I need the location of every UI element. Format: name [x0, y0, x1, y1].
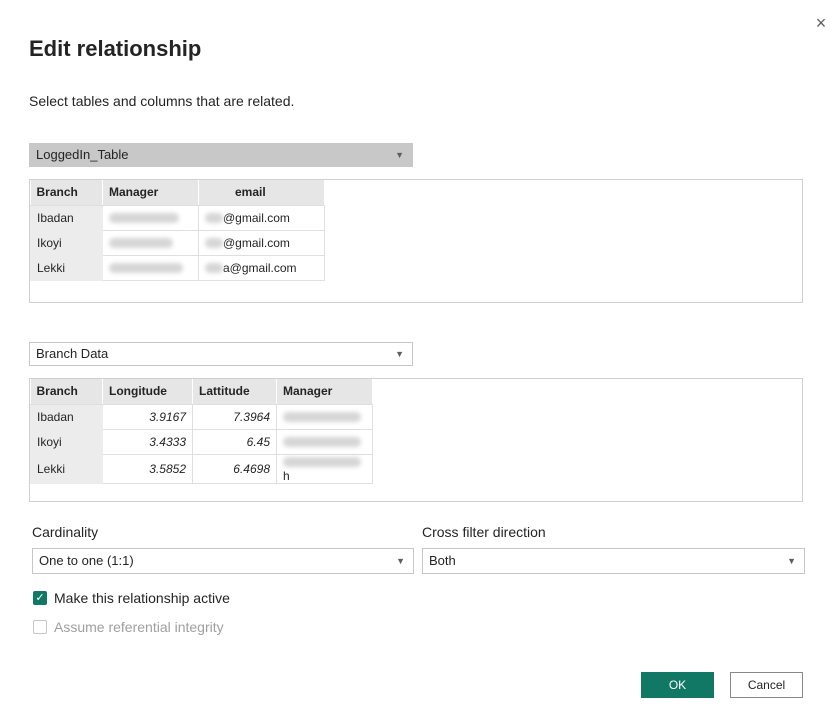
manager-cell: h	[276, 453, 373, 484]
manager-suffix: h	[283, 468, 290, 483]
table1-header-row: Branch Manager email	[30, 180, 325, 206]
chevron-down-icon: ▼	[396, 556, 405, 566]
cross-filter-select-value: Both	[429, 553, 456, 568]
lattitude-cell: 6.4698	[192, 453, 277, 484]
column-header-lattitude[interactable]: Lattitude	[192, 379, 277, 405]
redacted-value	[205, 238, 223, 249]
chevron-down-icon: ▼	[787, 556, 796, 566]
table2-header-row: Branch Longitude Lattitude Manager	[30, 379, 373, 405]
redacted-value	[109, 263, 183, 274]
branch-cell: Lekki	[30, 254, 103, 281]
email-suffix: @gmail.com	[223, 235, 290, 250]
table1-select-value: LoggedIn_Table	[36, 147, 129, 162]
table-row: Lekki a@gmail.com	[30, 254, 325, 281]
table2-select[interactable]: Branch Data ▼	[29, 342, 413, 366]
column-header-branch[interactable]: Branch	[30, 180, 103, 206]
cross-filter-select[interactable]: Both ▼	[422, 548, 805, 574]
column-header-longitude[interactable]: Longitude	[102, 379, 193, 405]
checkmark-icon: ✓	[35, 592, 45, 604]
branch-cell: Lekki	[30, 453, 103, 484]
integrity-checkbox[interactable]	[33, 620, 47, 634]
table2-preview: Branch Longitude Lattitude Manager Ibada…	[29, 378, 803, 502]
email-cell: @gmail.com	[198, 229, 325, 256]
manager-cell	[102, 204, 199, 231]
lattitude-cell: 7.3964	[192, 403, 277, 430]
redacted-value	[205, 263, 223, 274]
table1-grid: Branch Manager email Ibadan @gmail.com I…	[30, 180, 325, 281]
integrity-checkbox-label[interactable]: Assume referential integrity	[54, 619, 224, 635]
email-cell: a@gmail.com	[198, 254, 325, 281]
cardinality-select-value: One to one (1:1)	[39, 553, 134, 568]
close-icon[interactable]: ×	[812, 14, 830, 32]
table-row: Ikoyi @gmail.com	[30, 229, 325, 256]
manager-cell	[102, 229, 199, 256]
table2-select-value: Branch Data	[36, 346, 109, 361]
cardinality-label: Cardinality	[32, 524, 99, 540]
column-header-manager[interactable]: Manager	[102, 180, 199, 206]
cross-filter-label: Cross filter direction	[422, 524, 546, 540]
table1-preview: Branch Manager email Ibadan @gmail.com I…	[29, 179, 803, 303]
cancel-button[interactable]: Cancel	[730, 672, 803, 698]
table-row: Ibadan @gmail.com	[30, 204, 325, 231]
column-header-manager[interactable]: Manager	[276, 379, 373, 405]
redacted-value	[205, 213, 223, 224]
active-checkbox-label[interactable]: Make this relationship active	[54, 590, 230, 606]
manager-cell	[102, 254, 199, 281]
branch-cell: Ibadan	[30, 204, 103, 231]
chevron-down-icon: ▼	[395, 349, 404, 359]
dialog-subtitle: Select tables and columns that are relat…	[29, 93, 295, 109]
longitude-cell: 3.9167	[102, 403, 193, 430]
table-row: Ikoyi 3.4333 6.45	[30, 428, 373, 455]
table2-grid: Branch Longitude Lattitude Manager Ibada…	[30, 379, 373, 484]
active-checkbox[interactable]: ✓	[33, 591, 47, 605]
dialog-title: Edit relationship	[29, 36, 202, 61]
cardinality-select[interactable]: One to one (1:1) ▼	[32, 548, 414, 574]
redacted-value	[283, 412, 361, 423]
branch-cell: Ikoyi	[30, 229, 103, 256]
redacted-value	[109, 213, 179, 224]
manager-cell	[276, 403, 373, 430]
lattitude-cell: 6.45	[192, 428, 277, 455]
redacted-value	[283, 437, 361, 448]
table-row: Ibadan 3.9167 7.3964	[30, 403, 373, 430]
longitude-cell: 3.4333	[102, 428, 193, 455]
branch-cell: Ikoyi	[30, 428, 103, 455]
redacted-value	[109, 238, 173, 249]
branch-cell: Ibadan	[30, 403, 103, 430]
table-row: Lekki 3.5852 6.4698 h	[30, 453, 373, 484]
column-header-branch[interactable]: Branch	[30, 379, 103, 405]
redacted-value	[283, 457, 361, 468]
email-suffix: a@gmail.com	[223, 260, 297, 275]
chevron-down-icon: ▼	[395, 150, 404, 160]
longitude-cell: 3.5852	[102, 453, 193, 484]
email-cell: @gmail.com	[198, 204, 325, 231]
column-header-email[interactable]: email	[198, 180, 325, 206]
manager-cell	[276, 428, 373, 455]
table1-select[interactable]: LoggedIn_Table ▼	[29, 143, 413, 167]
ok-button[interactable]: OK	[641, 672, 714, 698]
email-suffix: @gmail.com	[223, 210, 290, 225]
